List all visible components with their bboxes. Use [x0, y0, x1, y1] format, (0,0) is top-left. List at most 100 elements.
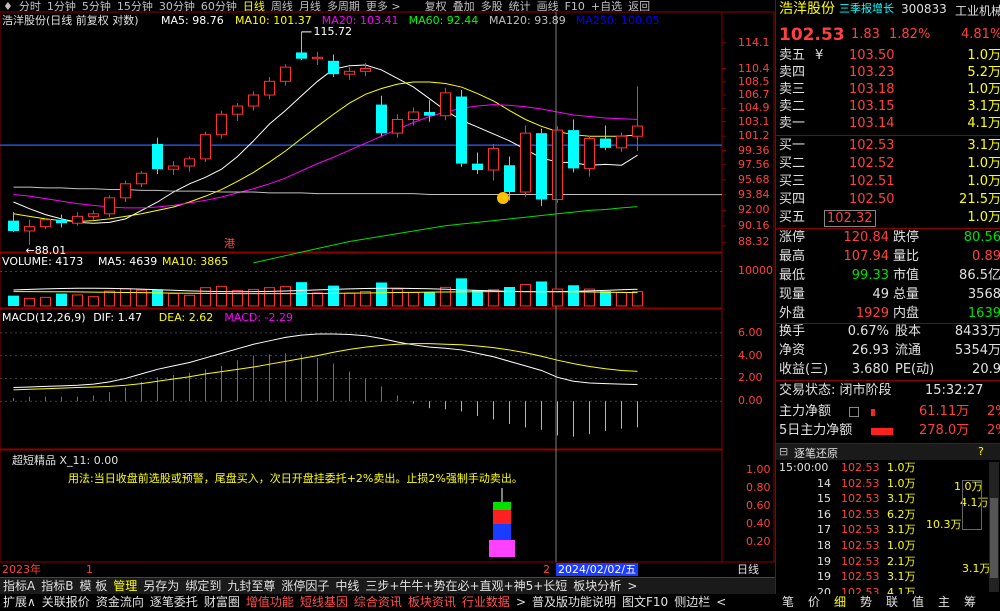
footer-tab-10[interactable]: >	[513, 594, 529, 611]
candle-up	[104, 197, 115, 215]
volume-bar-down	[8, 295, 19, 306]
bid-row[interactable]: 买三 102.51 1.0万	[779, 173, 1000, 191]
volume-bar-down	[504, 287, 515, 306]
footer-tab-9[interactable]: 行业数据	[459, 594, 513, 611]
quote-tab-1[interactable]: 价	[801, 594, 827, 611]
quote-tab-0[interactable]: 笔	[775, 594, 801, 611]
fund-row: 收益(三) 3.680 PE(动) 20.9	[779, 361, 1000, 379]
indicator-tab-3[interactable]: 管理	[110, 578, 140, 594]
trade-time: 15:32:27	[925, 383, 984, 398]
footer-tab-8[interactable]: 板块资讯	[405, 594, 459, 611]
bid-volume: 1.0万	[967, 156, 1000, 171]
ask-row[interactable]: 卖三 103.18 1.0万	[779, 81, 1000, 99]
fund-value: 26.93	[851, 343, 889, 358]
stat-label: 现量	[779, 287, 806, 302]
collapse-icon[interactable]: ⊟	[779, 445, 788, 458]
ask-row[interactable]: 卖五 ¥103.50 1.0万	[779, 47, 1000, 65]
candle-up	[216, 113, 227, 136]
tick-price: 102.53	[841, 507, 880, 521]
quote-tab-7[interactable]: 筹	[957, 594, 983, 611]
tick-price: 102.53	[841, 570, 880, 584]
price-pane-border	[0, 11, 723, 253]
ask-label: 卖二	[779, 99, 806, 114]
footer-tab-12[interactable]: 图文F10	[619, 594, 671, 611]
signal-block-red	[493, 510, 511, 524]
quote-divider	[776, 323, 1000, 324]
quote-tab-6[interactable]: 主	[931, 594, 957, 611]
ask-row[interactable]: 卖二 103.15 3.1万	[779, 98, 1000, 116]
footer-tab-3[interactable]: 逐笔委托	[147, 594, 201, 611]
volume-bar-up	[72, 294, 83, 307]
footer-tab-4[interactable]: 财富圈	[201, 594, 243, 611]
bid-row[interactable]: 买四 102.50 21.5万	[779, 191, 1000, 209]
stock-industry[interactable]: 工业机械	[955, 2, 1000, 20]
footer-tab-13[interactable]: 侧边栏	[671, 594, 713, 611]
ticks-title[interactable]: 逐笔还原	[794, 445, 838, 461]
fund-value: 3.680	[851, 362, 889, 377]
tick-price: 102.53	[841, 539, 880, 552]
candle-up	[488, 148, 499, 171]
bid-row[interactable]: 买五 102.32 1.0万	[779, 209, 1000, 227]
indicator-tab-8[interactable]: 中线	[332, 578, 362, 594]
footer-tab-2[interactable]: 资金流向	[93, 594, 147, 611]
stock-tag[interactable]: 三季报增长	[839, 0, 894, 18]
fund-value: 0.67%	[847, 324, 889, 339]
indicator-tab-6[interactable]: 九封至尊	[224, 578, 278, 594]
bid-row[interactable]: 买二 102.52 1.0万	[779, 155, 1000, 173]
indicator-tab-0[interactable]: 指标A	[0, 578, 38, 594]
tick-time: 19	[817, 570, 831, 584]
indicator-tab-9[interactable]: 三步+牛牛+势在必+直观+神5+长短	[362, 578, 570, 594]
indicator-tab-1[interactable]: 指标B	[38, 578, 76, 594]
indicator-tab-2[interactable]: 模 板	[76, 578, 110, 594]
price-line: 102.53 1.83 1.82% 4.81%	[779, 24, 1000, 46]
help-icon[interactable]: ?	[978, 445, 984, 458]
footer-tab-7[interactable]: 综合资讯	[351, 594, 405, 611]
fund-label: 换手	[779, 324, 806, 339]
candle-down	[8, 220, 19, 231]
ask-bid-ratio: 4.81%	[961, 27, 1000, 42]
kline-chart[interactable]	[0, 0, 775, 577]
footer-tab-11[interactable]: 普及版功能说明	[529, 594, 619, 611]
tick-time: 16	[817, 507, 831, 521]
quote-tabs: 笔价细势联值主筹	[775, 594, 1000, 611]
quote-tab-4[interactable]: 联	[879, 594, 905, 611]
indicator-tab-10[interactable]: 板块分析	[570, 578, 624, 594]
indicator-tab-4[interactable]: 另存为	[140, 578, 182, 594]
volume-bar-down	[424, 292, 435, 306]
footer-tab-6[interactable]: 短线基因	[297, 594, 351, 611]
bid-label: 买五	[779, 210, 806, 225]
stat-value: 80.56	[963, 230, 1000, 245]
candle-up	[344, 70, 355, 75]
candle-down	[536, 133, 547, 200]
bid-row[interactable]: 买一 102.53 3.1万	[779, 137, 1000, 155]
footer-tab-0[interactable]: 扩展∧	[0, 594, 39, 611]
ask-label: 卖三	[779, 82, 806, 97]
flow5-row: 5日主力净额 278.0万 2%	[779, 422, 1000, 440]
volume-bar-up	[264, 287, 275, 307]
stat-value: 120.84	[843, 230, 890, 245]
quote-tab-3[interactable]: 势	[853, 594, 879, 611]
ask-row[interactable]: 卖一 103.14 4.1万	[779, 115, 1000, 133]
tick-price: 102.53	[841, 461, 880, 474]
indicator-tab-11[interactable]: >	[624, 578, 640, 594]
footer-tab-14[interactable]: <	[713, 594, 729, 611]
tick-time: 15	[817, 492, 831, 506]
volume-bar-up	[616, 292, 627, 307]
footer-tab-1[interactable]: 关联报价	[39, 594, 93, 611]
candle-up	[312, 56, 323, 60]
candle-up	[360, 68, 371, 72]
footer-tab-5[interactable]: 增值功能	[243, 594, 297, 611]
candle-down	[456, 96, 467, 164]
volume-bar-down	[376, 282, 387, 306]
ticks-scrollbar[interactable]	[989, 462, 999, 592]
fund-label: PE(动)	[895, 362, 935, 377]
indicator-tab-5[interactable]: 绑定到	[182, 578, 224, 594]
candle-down	[56, 219, 67, 224]
stat-label: 涨停	[779, 230, 806, 245]
indicator-tab-7[interactable]: 涨停因子	[278, 578, 332, 594]
stat-value: 99.33	[851, 268, 889, 283]
quote-tab-5[interactable]: 值	[905, 594, 931, 611]
quote-tab-2[interactable]: 细	[827, 594, 853, 611]
ticks-scroll-thumb[interactable]	[990, 498, 998, 578]
ask-row[interactable]: 卖四 103.23 5.2万	[779, 64, 1000, 82]
